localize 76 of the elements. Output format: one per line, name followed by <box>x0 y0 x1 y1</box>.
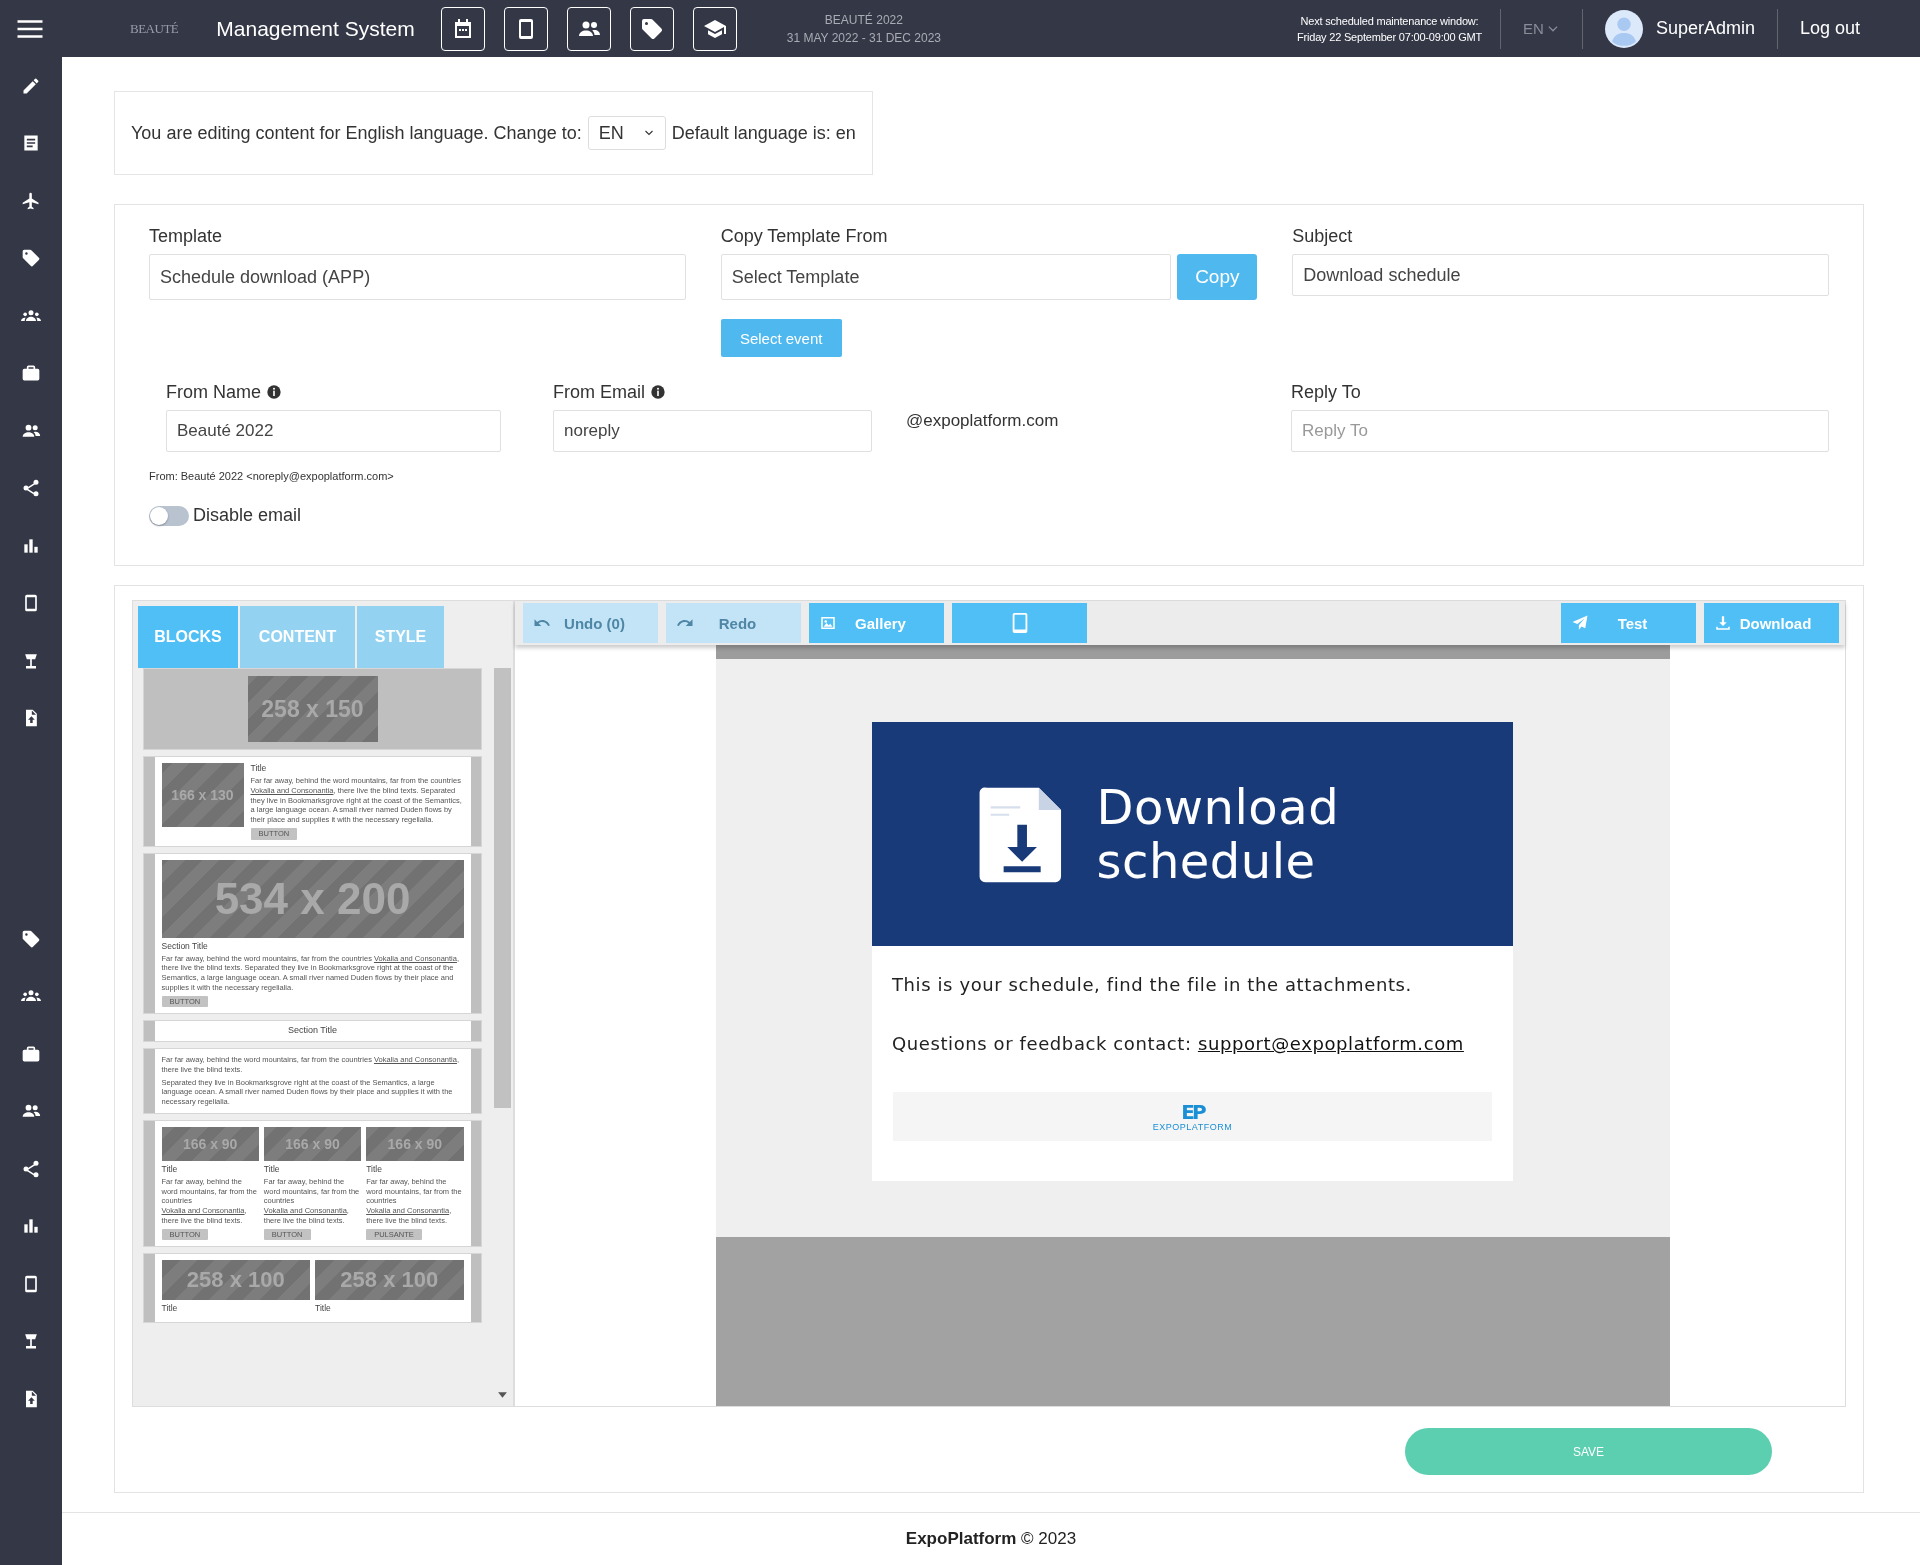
share-icon[interactable] <box>21 478 41 499</box>
share-icon[interactable] <box>21 1158 41 1179</box>
from-email-field[interactable]: noreply <box>553 410 872 452</box>
default-language: Default language is: en <box>671 122 856 144</box>
avatar-icon[interactable] <box>1604 9 1643 48</box>
maintenance-title: Next scheduled maintenance window: <box>1300 14 1479 27</box>
template-block[interactable] <box>143 1119 482 1248</box>
briefcase-icon[interactable] <box>21 363 41 384</box>
logo-mark: EP <box>1181 1101 1204 1122</box>
users-button[interactable] <box>566 6 611 51</box>
block-title: Section Title <box>287 1024 338 1038</box>
tag-icon <box>639 16 664 41</box>
pencil-icon[interactable] <box>21 75 41 96</box>
test-button[interactable]: Test <box>1561 603 1696 643</box>
event-name: BEAUTÉ 2022 <box>824 12 903 27</box>
block-title: Title <box>263 1163 281 1175</box>
tag-button[interactable] <box>629 6 674 51</box>
field-label: From Email <box>553 381 645 403</box>
info-icon <box>650 384 666 400</box>
template-block[interactable] <box>143 756 482 847</box>
tag-icon[interactable] <box>21 248 41 269</box>
block-title: Section Title <box>161 940 209 952</box>
email-domain: @expoplatform.com <box>906 411 1059 430</box>
block-title: Title <box>161 1163 179 1175</box>
gallery-button[interactable]: Gallery <box>809 603 944 643</box>
mobile-button[interactable] <box>503 6 548 51</box>
field-label: Subject <box>1292 225 1353 247</box>
tag-icon[interactable] <box>21 928 41 949</box>
copy-button[interactable]: Copy <box>1177 254 1258 300</box>
email-text: This is your schedule, find the file in the attachments. <box>892 974 1413 995</box>
image-icon <box>819 614 837 632</box>
email-title: Download schedule <box>1096 780 1341 888</box>
template-block[interactable] <box>143 852 482 1015</box>
download-icon <box>1714 614 1732 632</box>
user-name[interactable]: SuperAdmin <box>1655 18 1755 39</box>
graduation-cap-button[interactable] <box>692 6 737 51</box>
block-title: Title <box>366 1163 383 1175</box>
template-field[interactable]: Schedule download (APP) <box>149 254 686 300</box>
app-title: Management System <box>216 16 415 41</box>
language-select[interactable]: EN <box>587 116 666 150</box>
maintenance-time: Friday 22 September 07:00-09:00 GMT <box>1297 30 1483 43</box>
block-title: Title <box>250 763 268 775</box>
email-link[interactable]: support@expoplatform.com <box>1197 1033 1464 1054</box>
from-preview: From: Beauté 2022 <noreply@expoplatform.com> <box>149 470 395 482</box>
editor-tab[interactable]: BLOCKS <box>138 606 238 668</box>
info-icon <box>266 384 282 400</box>
save-button[interactable]: SAVE <box>1405 1428 1772 1475</box>
template-block[interactable] <box>143 1048 482 1114</box>
template-block[interactable]: Section Title <box>143 1020 482 1043</box>
event-dates: 31 MAY 2022 - 31 DEC 2023 <box>786 30 942 45</box>
logo-text: EXPOPLATFORM <box>1152 1121 1233 1132</box>
from-name-field[interactable]: Beauté 2022 <box>166 410 501 452</box>
airplane-icon[interactable] <box>21 190 41 211</box>
language-notice: You are editing content for English language. Change to: <box>131 122 582 144</box>
field-label: Reply To <box>1291 381 1361 403</box>
email-text: Questions or feedback contact: support@expoplatform.com <box>892 1033 1465 1054</box>
reply-to-field[interactable]: Reply To <box>1291 410 1829 452</box>
event-logo: BEAUTÉ <box>130 20 179 37</box>
list-icon[interactable] <box>21 133 41 154</box>
language-selector[interactable]: EN <box>1519 20 1564 37</box>
block-title: Title <box>161 1303 179 1315</box>
footer-copyright: ExpoPlatform © 2023 <box>905 1529 1077 1549</box>
toggle-label: Disable email <box>193 505 302 526</box>
field-label: Template <box>149 225 223 247</box>
download-button[interactable]: Download <box>1704 603 1839 643</box>
toggle-switch[interactable] <box>149 505 189 526</box>
field-label: Copy Template From <box>720 225 888 247</box>
calendar-button[interactable] <box>440 6 485 51</box>
paper-plane-icon <box>1571 614 1589 632</box>
select-event-button[interactable]: Select event <box>720 319 842 357</box>
field-label: From Name <box>166 381 261 403</box>
template-select[interactable]: Select Template <box>720 254 1172 300</box>
scroll-down-icon[interactable] <box>497 1389 508 1400</box>
subject-field[interactable]: Download schedule <box>1292 254 1829 296</box>
block-title: Title <box>315 1303 332 1315</box>
logout-link[interactable]: Log out <box>1799 18 1860 39</box>
